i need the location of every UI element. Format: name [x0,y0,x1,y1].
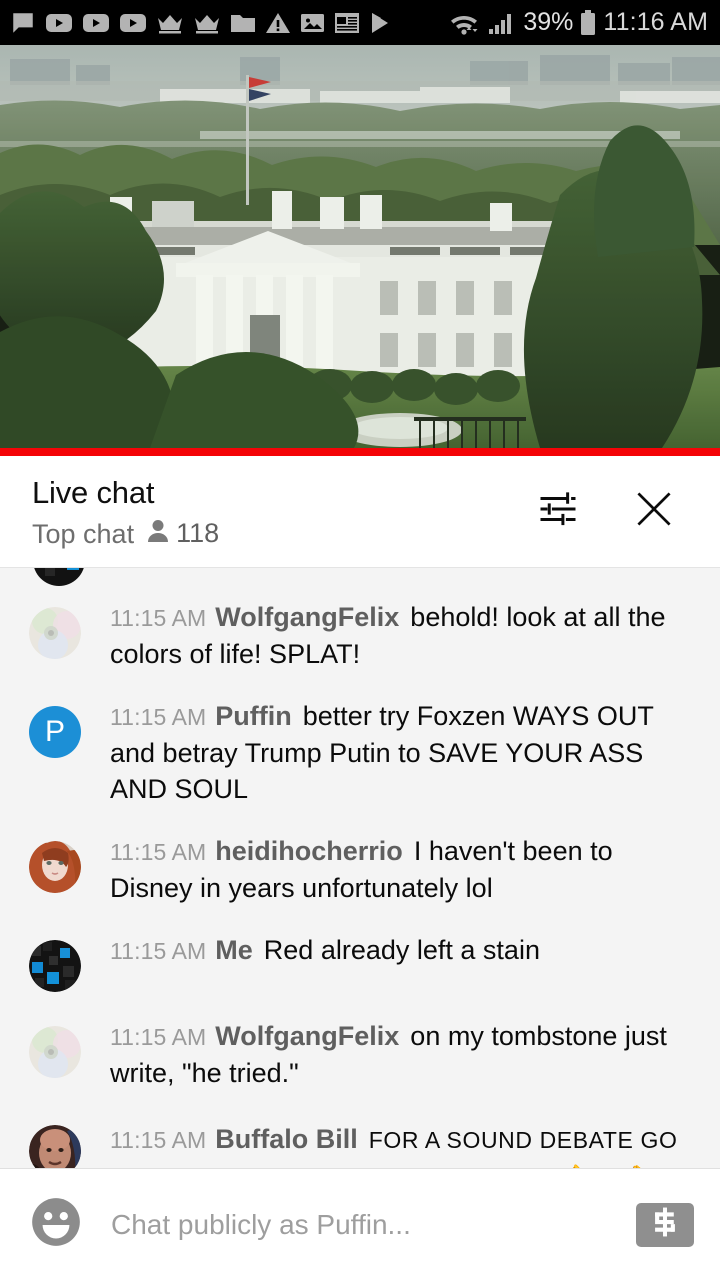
warning-icon [265,11,291,35]
message-icon [10,10,36,36]
status-bar: 39% 11:16 AM [0,0,720,45]
chat-header-actions [530,484,696,540]
youtube-icon [82,10,110,36]
avatar[interactable] [29,940,81,992]
message-author[interactable]: Buffalo Bill [215,1124,358,1154]
message-timestamp: 11:15 AM [110,1127,207,1153]
image-icon [300,11,325,35]
message-author[interactable]: Puffin [215,701,291,731]
avatar[interactable] [29,607,81,659]
crown-icon [193,11,221,35]
folder-icon [230,11,256,35]
dollar-sign-icon [648,1205,682,1244]
news-icon [334,11,360,35]
video-player[interactable] [0,45,720,448]
tune-icon [537,488,579,535]
chat-header-subline: Top chat 118 [32,517,530,551]
super-chat-button[interactable] [636,1202,694,1247]
message-emoji: 👌 🤌 🤞 🤟 😸 [110,1164,655,1168]
youtube-icon [119,10,147,36]
play-store-icon [369,11,393,35]
message-timestamp: 11:15 AM [110,1024,207,1050]
chat-message-list[interactable]: 11:15 AM WolfgangFelix behold! look at all… [0,568,720,1168]
message-timestamp: 11:15 AM [110,605,207,631]
cell-signal-icon [488,10,516,36]
clock-label: 11:16 AM [603,8,708,36]
list-item[interactable]: 11:15 AM Buffalo Bill FOR A SOUND DEBATE G… [0,1104,720,1168]
close-icon [632,487,676,536]
message-body: 11:15 AM Puffin better try Foxzen WAYS OUT… [110,698,700,807]
message-body: 11:15 AM WolfgangFelix on my tombstone jus… [110,1018,700,1091]
message-body: 11:15 AM heidihocherrio I haven't been to … [110,833,700,906]
avatar-column [0,932,110,992]
list-item[interactable]: P 11:15 AM Puffin better try Foxzen WAYS O… [0,685,720,820]
avatar-column [0,599,110,659]
person-icon [146,518,170,549]
message-author[interactable]: Me [215,935,253,965]
message-text: Red already left a stain [263,935,540,965]
battery-percent-label: 39% [523,8,574,36]
page-title: Live chat [32,474,155,510]
phone-screen: 39% 11:16 AM Live chat Top chat 118 11:1… [0,0,720,1280]
message-author[interactable]: WolfgangFelix [215,1021,399,1051]
chat-input[interactable] [84,1208,636,1241]
chat-header-titles: Live chat Top chat 118 [32,473,530,551]
avatar[interactable] [29,1125,81,1168]
video-progress-bar[interactable] [0,448,720,456]
avatar-letter: P [44,715,65,748]
message-timestamp: 11:15 AM [110,938,207,964]
crown-icon [156,11,184,35]
avatar-column [0,833,110,893]
close-chat-button[interactable] [626,484,682,540]
live-chat-header: Live chat Top chat 118 [0,456,720,568]
battery-icon [580,9,596,36]
white-house-live-stream [0,45,720,448]
emoji-picker-button[interactable] [28,1197,84,1253]
scrolled-off-message [0,568,720,586]
viewer-count: 118 [146,518,219,549]
avatar[interactable] [29,841,81,893]
message-timestamp: 11:15 AM [110,704,207,730]
avatar-column: P [0,698,110,758]
youtube-icon [45,10,73,36]
wifi-icon [447,10,481,36]
list-item[interactable]: 11:15 AM WolfgangFelix behold! look at all… [0,586,720,685]
message-timestamp: 11:15 AM [110,839,207,865]
message-body: 11:15 AM Me Red already left a stain [110,932,700,969]
avatar [33,568,85,586]
viewer-count-label: 118 [176,518,220,548]
chat-mode-label[interactable]: Top chat [32,517,134,551]
avatar[interactable] [29,1026,81,1078]
chat-composer [0,1168,720,1280]
status-bar-system-icons: 39% 11:16 AM [447,8,708,37]
emoji-smiley-icon [30,1196,82,1253]
message-body: 11:15 AM Buffalo Bill FOR A SOUND DEBATE G… [110,1117,700,1168]
list-item[interactable]: 11:15 AM WolfgangFelix on my tombstone jus… [0,1005,720,1104]
avatar-column [0,1018,110,1078]
message-author[interactable]: WolfgangFelix [215,602,399,632]
chat-settings-button[interactable] [530,484,586,540]
status-bar-notification-icons [10,10,447,36]
message-author[interactable]: heidihocherrio [215,836,403,866]
list-item[interactable]: 11:15 AM heidihocherrio I haven't been to … [0,820,720,919]
message-body: 11:15 AM WolfgangFelix behold! look at all… [110,599,700,672]
avatar-column [0,1117,110,1168]
avatar[interactable]: P [29,706,81,758]
list-item[interactable]: 11:15 AM Me Red already left a stain [0,919,720,1005]
